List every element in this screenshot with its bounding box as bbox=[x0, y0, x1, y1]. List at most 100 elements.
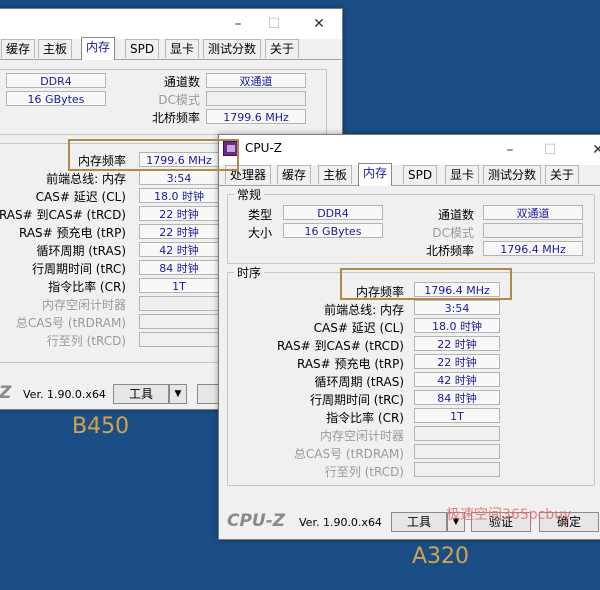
memory-type-value: DDR4 bbox=[283, 205, 383, 220]
general-group: DDR4 16 GBytes 通道数 双通道 DC模式 北桥频率 1799.6 … bbox=[0, 69, 327, 135]
timing-value-trc: 84 时钟 bbox=[414, 390, 500, 405]
timing-value-cr: 1T bbox=[414, 408, 500, 423]
timing-label-cr: 指令比率 (CR) bbox=[326, 411, 404, 425]
nb-frequency-value: 1799.6 MHz bbox=[206, 109, 306, 124]
tab-bar: 处理器 缓存 主板 内存 SPD 显卡 测试分数 关于 bbox=[219, 163, 600, 186]
tab-mainboard[interactable]: 主板 bbox=[38, 39, 73, 58]
a320-caption: A320 bbox=[412, 544, 470, 569]
tab-graphics[interactable]: 显卡 bbox=[445, 165, 480, 184]
b450-caption: B450 bbox=[72, 414, 130, 439]
tab-bench[interactable]: 测试分数 bbox=[483, 165, 542, 184]
tab-about[interactable]: 关于 bbox=[265, 39, 300, 58]
window-title: CPU-Z bbox=[245, 141, 282, 155]
timing-label-trcd: RAS# 到CAS# (tRCD) bbox=[276, 339, 404, 353]
tab-memory[interactable]: 内存 bbox=[358, 163, 393, 186]
cpuz-logo: CPU-Z bbox=[227, 511, 286, 531]
timing-value-tras: 42 时钟 bbox=[414, 372, 500, 387]
version-label: Ver. 1.90.0.x64 bbox=[23, 388, 106, 401]
close-icon[interactable]: ✕ bbox=[587, 139, 600, 161]
timing-value-idle-timer bbox=[414, 426, 500, 441]
memory-size-value: 16 GBytes bbox=[283, 223, 383, 238]
timing-value-trcd: 22 时钟 bbox=[414, 336, 500, 351]
a320-cpuz-window: CPU-Z – ☐ ✕ 处理器 缓存 主板 内存 SPD 显卡 测试分数 关于 … bbox=[218, 134, 600, 540]
tools-button[interactable]: 工具 bbox=[113, 384, 169, 404]
version-label: Ver. 1.90.0.x64 bbox=[299, 516, 382, 529]
timing-value-trp: 22 时钟 bbox=[414, 354, 500, 369]
timing-value-cl: 18.0 时钟 bbox=[414, 318, 500, 333]
timings-group: 时序 内存频率 1796.4 MHz 前端总线: 内存 3:54 CAS# 延迟… bbox=[227, 264, 595, 486]
tab-spd[interactable]: SPD bbox=[403, 165, 438, 184]
dc-mode-label: DC模式 bbox=[158, 93, 200, 107]
tab-cache[interactable]: 缓存 bbox=[1, 39, 36, 58]
timing-label-idle-timer: 内存空闲计时器 bbox=[319, 429, 404, 443]
dc-mode-label: DC模式 bbox=[432, 226, 474, 240]
site-watermark: 极速空间365pcbuy bbox=[446, 507, 572, 523]
tab-bench[interactable]: 测试分数 bbox=[203, 39, 262, 58]
nb-frequency-label: 北桥频率 bbox=[151, 111, 200, 125]
timing-value-fsb-dram: 3:54 bbox=[414, 300, 500, 315]
tab-cache[interactable]: 缓存 bbox=[277, 165, 312, 184]
timing-value-trp: 22 时钟 bbox=[139, 224, 219, 239]
minimize-icon[interactable]: – bbox=[499, 139, 521, 161]
timing-label-trp: RAS# 预充电 (tRP) bbox=[18, 226, 126, 240]
timing-label-cl: CAS# 延迟 (CL) bbox=[313, 321, 404, 335]
timing-label-cl: CAS# 延迟 (CL) bbox=[35, 190, 126, 204]
timing-label-fsb-dram: 前端总线: 内存 bbox=[324, 303, 404, 317]
timing-value-row-to-col bbox=[139, 332, 219, 347]
tab-bar: 缓存 主板 内存 SPD 显卡 测试分数 关于 bbox=[0, 37, 342, 60]
memory-type-value: DDR4 bbox=[6, 73, 106, 88]
nb-frequency-value: 1796.4 MHz bbox=[483, 241, 583, 256]
timing-value-tras: 42 时钟 bbox=[139, 242, 219, 257]
timing-value-cl: 18.0 时钟 bbox=[139, 188, 219, 203]
timing-label-trp: RAS# 预充电 (tRP) bbox=[296, 357, 404, 371]
close-icon[interactable]: ✕ bbox=[308, 13, 330, 35]
size-label: 大小 bbox=[247, 226, 272, 240]
timing-label-fsb-dram: 前端总线: 内存 bbox=[46, 172, 126, 186]
timing-value-trdram bbox=[139, 314, 219, 329]
general-group: 常规 类型 DDR4 大小 16 GBytes 通道数 双通道 DC模式 北桥频… bbox=[227, 186, 595, 264]
timing-value-cr: 1T bbox=[139, 278, 219, 293]
maximize-icon: ☐ bbox=[543, 142, 557, 158]
type-label: 类型 bbox=[247, 208, 272, 222]
tools-button[interactable]: 工具 bbox=[391, 512, 447, 532]
timing-label-trcd: RAS# 到CAS# (tRCD) bbox=[0, 208, 126, 222]
timing-label-trc: 行周期时间 (tRC) bbox=[31, 262, 126, 276]
b450-dram-frequency-highlight bbox=[68, 139, 239, 171]
nb-frequency-label: 北桥频率 bbox=[425, 244, 474, 258]
tab-mainboard[interactable]: 主板 bbox=[318, 165, 353, 184]
timing-label-idle-timer: 内存空闲计时器 bbox=[41, 298, 126, 312]
title-bar: CPU-Z – ☐ ✕ bbox=[219, 135, 600, 165]
tab-graphics[interactable]: 显卡 bbox=[165, 39, 200, 58]
channels-value: 双通道 bbox=[483, 205, 583, 220]
general-group-title: 常规 bbox=[234, 186, 265, 203]
timing-value-trdram bbox=[414, 444, 500, 459]
tools-dropdown-icon[interactable]: ▼ bbox=[169, 384, 187, 404]
tab-about[interactable]: 关于 bbox=[545, 165, 580, 184]
channels-value: 双通道 bbox=[206, 73, 306, 88]
timings-group-title: 时序 bbox=[234, 264, 265, 281]
dc-mode-value bbox=[483, 223, 583, 238]
cpuz-logo: Z bbox=[0, 383, 12, 403]
timing-value-idle-timer bbox=[139, 296, 219, 311]
maximize-icon: ☐ bbox=[267, 16, 281, 32]
timing-label-row-to-col: 行至列 (tRCD) bbox=[324, 465, 404, 479]
timing-label-trdram: 总CAS号 (tRDRAM) bbox=[293, 447, 404, 461]
timing-value-row-to-col bbox=[414, 462, 500, 477]
timing-label-cr: 指令比率 (CR) bbox=[48, 280, 126, 294]
timing-value-trcd: 22 时钟 bbox=[139, 206, 219, 221]
title-bar: – ☐ ✕ bbox=[0, 9, 342, 39]
memory-size-value: 16 GBytes bbox=[6, 91, 106, 106]
a320-dram-frequency-highlight bbox=[340, 268, 512, 300]
timing-value-trc: 84 时钟 bbox=[139, 260, 219, 275]
tab-memory[interactable]: 内存 bbox=[81, 37, 116, 60]
channels-label: 通道数 bbox=[163, 75, 200, 89]
dc-mode-value bbox=[206, 91, 306, 106]
timing-value-fsb-dram: 3:54 bbox=[139, 170, 219, 185]
minimize-icon[interactable]: – bbox=[227, 13, 249, 35]
timing-label-tras: 循环周期 (tRAS) bbox=[314, 375, 404, 389]
timing-label-row-to-col: 行至列 (tRCD) bbox=[46, 334, 126, 348]
tab-spd[interactable]: SPD bbox=[125, 39, 160, 58]
channels-label: 通道数 bbox=[437, 208, 474, 222]
timing-label-tras: 循环周期 (tRAS) bbox=[36, 244, 126, 258]
timing-label-trc: 行周期时间 (tRC) bbox=[309, 393, 404, 407]
